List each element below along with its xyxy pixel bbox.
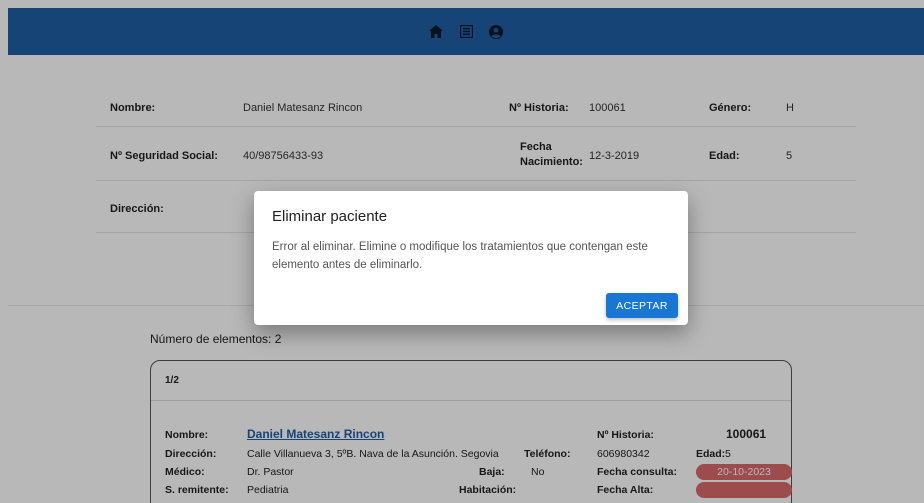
dialog-message: Error al eliminar. Elimine o modifique l… [272, 241, 648, 271]
delete-patient-dialog: Eliminar paciente Error al eliminar. Eli… [254, 191, 688, 325]
dialog-title: Eliminar paciente [272, 208, 388, 225]
accept-button[interactable]: ACEPTAR [606, 293, 678, 318]
